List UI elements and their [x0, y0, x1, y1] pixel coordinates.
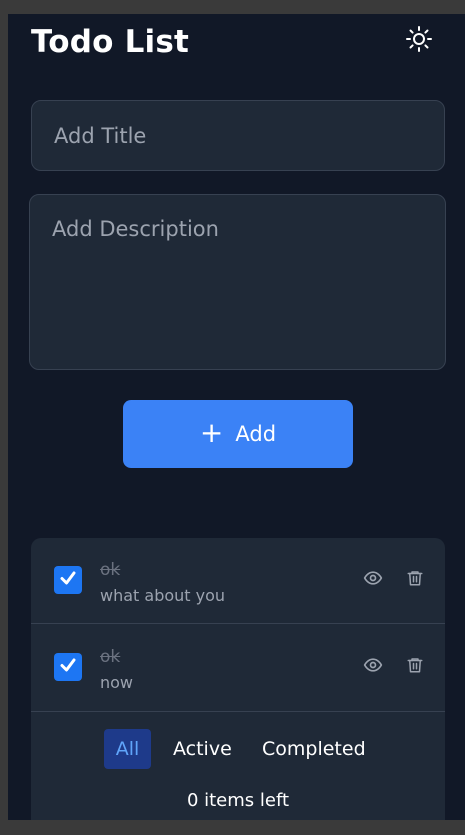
header: Todo List	[8, 14, 465, 74]
todo-title: ok	[100, 560, 121, 580]
filter-all[interactable]: All	[104, 729, 151, 769]
eye-icon	[363, 655, 383, 679]
view-button[interactable]	[362, 656, 384, 678]
checkmark-icon	[58, 655, 78, 679]
add-button[interactable]: + Add	[123, 400, 353, 468]
page-title: Todo List	[31, 24, 190, 60]
filter-active[interactable]: Active	[163, 729, 242, 769]
todo-title: ok	[100, 647, 121, 667]
plus-icon: +	[199, 415, 224, 449]
todo-app: Todo List + Add	[8, 14, 465, 820]
todo-item: ok now	[31, 624, 445, 712]
sun-icon	[405, 25, 433, 57]
todo-checkbox[interactable]	[54, 653, 82, 681]
trash-icon	[406, 655, 424, 679]
view-button[interactable]	[362, 569, 384, 591]
delete-button[interactable]	[404, 569, 426, 591]
items-left-count: 0 items left	[186, 790, 290, 811]
eye-icon	[363, 568, 383, 592]
title-input[interactable]	[31, 100, 445, 171]
filter-bar: All Active Completed	[31, 718, 445, 769]
todo-description: what about you	[100, 586, 226, 605]
checkmark-icon	[58, 568, 78, 592]
filter-completed[interactable]: Completed	[252, 729, 376, 769]
delete-button[interactable]	[404, 656, 426, 678]
todo-item: ok what about you	[31, 538, 445, 624]
add-button-label: Add	[235, 422, 277, 446]
description-input[interactable]	[29, 194, 446, 370]
todo-checkbox[interactable]	[54, 566, 82, 594]
trash-icon	[406, 568, 424, 592]
theme-toggle-button[interactable]	[404, 26, 434, 56]
todo-list: ok what about you ok now All Active Comp…	[31, 538, 445, 820]
todo-description: now	[100, 673, 134, 692]
